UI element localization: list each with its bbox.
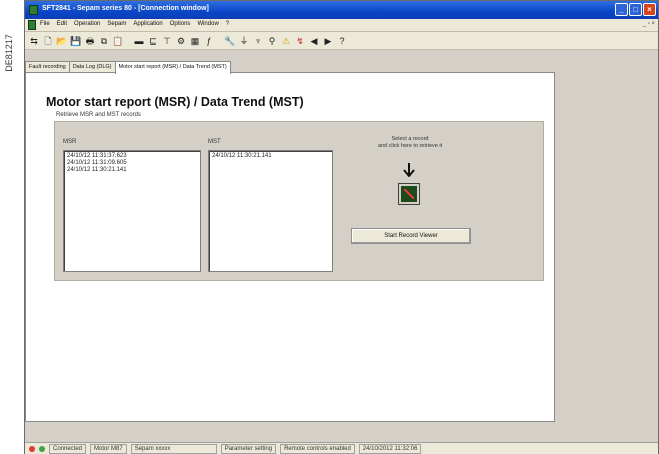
menu-window[interactable]: Window	[197, 21, 218, 27]
hint-line-2: and click here to retrieve it	[377, 143, 443, 149]
document-reference: DE81217	[0, 20, 18, 90]
menu-edit[interactable]: Edit	[57, 21, 67, 27]
tab-motor-start-report[interactable]: Motor start report (MSR) / Data Trend (M…	[114, 61, 231, 74]
msr-label: MSR	[63, 139, 77, 145]
menu-application[interactable]: Application	[133, 21, 162, 27]
status-mode: Parameter setting	[220, 444, 277, 454]
arrow-right-icon[interactable]: ▶	[322, 35, 334, 47]
list-item[interactable]: 24/10/12 11:30:21.141	[212, 153, 329, 160]
status-green-icon	[39, 446, 45, 452]
print-icon[interactable]: 🖶	[84, 35, 96, 47]
close-icon[interactable]: ×	[643, 3, 656, 16]
arrow-down-icon	[403, 163, 415, 177]
retrieve-hint: Select a record and click here to retrie…	[360, 136, 460, 150]
tree-icon[interactable]: ♆	[252, 35, 264, 47]
new-file-icon[interactable]: 🗋	[42, 35, 54, 47]
grid-icon[interactable]: ▦	[189, 35, 201, 47]
document-icon	[28, 20, 36, 30]
mst-label: MST	[208, 139, 221, 145]
function-icon[interactable]: ƒ	[203, 35, 215, 47]
status-datetime: 24/10/2012 11:32:06	[358, 444, 422, 454]
connect-icon[interactable]: ⇆	[28, 35, 40, 47]
menu-sepam[interactable]: Sepam	[107, 21, 126, 27]
menu-operation[interactable]: Operation	[74, 21, 100, 27]
list-item[interactable]: 24/10/12 11:30:21.141	[67, 167, 197, 174]
menu-file[interactable]: File	[40, 21, 50, 27]
main-panel: Motor start report (MSR) / Data Trend (M…	[25, 72, 555, 422]
open-folder-icon[interactable]: 📂	[56, 35, 68, 47]
status-red-icon	[29, 446, 35, 452]
panel-title: Motor start report (MSR) / Data Trend (M…	[46, 95, 304, 109]
status-device: Motor M87	[90, 444, 127, 454]
logic-icon[interactable]: ⊤	[161, 35, 173, 47]
mst-list[interactable]: 24/10/12 11:30:21.141	[208, 150, 333, 272]
retrieve-record-icon	[401, 186, 417, 202]
settings-icon[interactable]: ⚙	[175, 35, 187, 47]
arrow-left-icon[interactable]: ◀	[308, 35, 320, 47]
minimize-icon[interactable]: _	[615, 3, 628, 16]
status-remote: Remote controls enabled	[280, 444, 355, 454]
mdi-controls[interactable]: _ ▫ ×	[643, 21, 655, 27]
list-item[interactable]: 24/10/12 11:31:09.605	[67, 160, 197, 167]
window-title: SFT2841 - Sepam series 80 - [Connection …	[42, 5, 209, 12]
menu-bar: File Edit Operation Sepam Application Op…	[25, 19, 658, 32]
record-icon[interactable]: ↯	[294, 35, 306, 47]
msr-list[interactable]: 24/10/12 11:31:37.623 24/10/12 11:31:09.…	[63, 150, 201, 272]
panel-subtitle: Retrieve MSR and MST records	[56, 112, 141, 118]
retrieve-record-button[interactable]	[398, 183, 420, 205]
window-controls: _ □ ×	[615, 3, 656, 16]
alarm-icon[interactable]: ⚠	[280, 35, 292, 47]
title-bar: SFT2841 - Sepam series 80 - [Connection …	[25, 1, 658, 19]
records-group: MSR 24/10/12 11:31:37.623 24/10/12 11:31…	[54, 121, 544, 281]
toolbar: ⇆ 🗋 📂 💾 🖶 ⧉ 📋 ▬ ⊑ ⊤ ⚙ ▦ ƒ 🔧 ⏚ ♆ ⚲ ⚠ ↯ ◀ …	[25, 32, 658, 50]
copy-icon[interactable]: ⧉	[98, 35, 110, 47]
start-record-viewer-button[interactable]: Start Record Viewer	[351, 228, 471, 244]
save-icon[interactable]: 💾	[70, 35, 82, 47]
filter-icon[interactable]: ⚲	[266, 35, 278, 47]
status-connection: Connected	[49, 444, 87, 454]
list-item[interactable]: 24/10/12 11:31:37.623	[67, 153, 197, 160]
hint-line-1: Select a record	[391, 136, 429, 142]
sepam-icon[interactable]: ▬	[133, 35, 145, 47]
app-window: SFT2841 - Sepam series 80 - [Connection …	[24, 0, 659, 454]
maximize-icon[interactable]: □	[629, 3, 642, 16]
diagram-icon[interactable]: ⊑	[147, 35, 159, 47]
wrench-icon[interactable]: 🔧	[224, 35, 236, 47]
status-sepam: Sepam xxxxx	[130, 444, 217, 454]
app-icon	[29, 5, 38, 15]
help-icon[interactable]: ?	[336, 35, 348, 47]
paste-icon[interactable]: 📋	[112, 35, 124, 47]
menu-options[interactable]: Options	[170, 21, 191, 27]
measure-icon[interactable]: ⏚	[238, 35, 250, 47]
document-reference-label: DE81217	[4, 34, 14, 72]
menu-help[interactable]: ?	[226, 21, 229, 27]
status-bar: Connected Motor M87 Sepam xxxxx Paramete…	[25, 442, 658, 454]
